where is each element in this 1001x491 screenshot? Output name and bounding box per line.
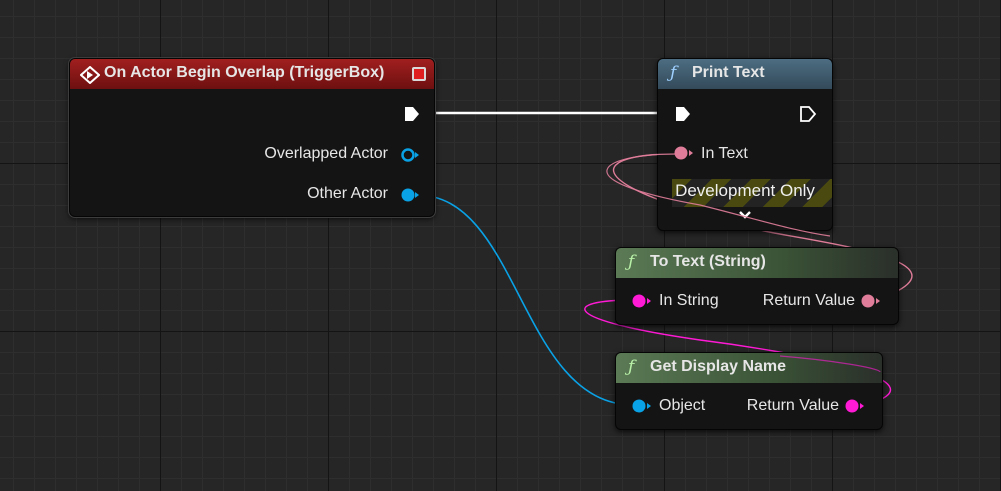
node-header[interactable]: ƒ Print Text: [658, 59, 832, 89]
object-wire: [416, 194, 635, 406]
text-pin-icon[interactable]: [672, 145, 694, 161]
pin-row-other-actor[interactable]: Other Actor: [307, 184, 388, 204]
object-pin-filled-icon[interactable]: [400, 187, 420, 203]
pin-label-return-value: Return Value: [762, 292, 855, 309]
node-title: Get Display Name: [650, 358, 787, 375]
pin-row-return-value[interactable]: Return Value: [763, 291, 855, 311]
development-only-label: Development Only: [675, 181, 815, 200]
function-node-get-display-name[interactable]: ƒ Get Display Name Object Return Value: [615, 352, 883, 430]
delegate-pin-icon[interactable]: [412, 67, 426, 81]
node-header[interactable]: ƒ To Text (String): [616, 248, 898, 278]
pin-row-object[interactable]: Object: [659, 396, 705, 416]
object-pin-hollow-icon[interactable]: [400, 147, 420, 163]
node-title: To Text (String): [650, 253, 766, 270]
pin-label-in-string: In String: [659, 292, 719, 309]
string-pin-icon[interactable]: [630, 293, 652, 309]
event-node-on-actor-begin-overlap[interactable]: On Actor Begin Overlap (TriggerBox) Over…: [68, 57, 436, 218]
pin-label-object: Object: [659, 397, 706, 414]
string-pin-icon[interactable]: [843, 398, 865, 414]
node-title: Print Text: [692, 64, 765, 81]
node-header[interactable]: ƒ Get Display Name: [616, 353, 882, 383]
pin-row-in-string[interactable]: In String: [659, 291, 719, 311]
pin-label-return-value: Return Value: [746, 397, 839, 414]
function-node-print-text[interactable]: ƒ Print Text In Text Development Only: [657, 58, 833, 231]
function-node-to-text-string[interactable]: ƒ To Text (String) In String Return Valu…: [615, 247, 899, 325]
exec-out-pin-icon[interactable]: [403, 105, 421, 123]
text-pin-icon[interactable]: [859, 293, 881, 309]
pin-row-overlapped-actor[interactable]: Overlapped Actor: [264, 144, 388, 164]
exec-in-pin-icon[interactable]: [674, 105, 692, 123]
node-header[interactable]: On Actor Begin Overlap (TriggerBox): [70, 59, 434, 89]
pin-label-other-actor: Other Actor: [307, 185, 388, 202]
function-icon: ƒ: [628, 252, 635, 272]
node-title: On Actor Begin Overlap (TriggerBox): [104, 64, 385, 81]
pin-label-in-text: In Text: [701, 145, 748, 162]
pin-row-return-value[interactable]: Return Value: [747, 396, 839, 416]
object-pin-filled-icon[interactable]: [630, 398, 652, 414]
function-icon: ƒ: [670, 63, 677, 83]
function-icon: ƒ: [628, 357, 635, 377]
exec-out-pin-icon[interactable]: [799, 105, 817, 123]
pin-label-overlapped-actor: Overlapped Actor: [264, 145, 388, 162]
event-diamond-icon: [79, 65, 101, 93]
chevron-down-icon[interactable]: [658, 207, 832, 225]
pin-row-in-text[interactable]: In Text: [701, 144, 748, 164]
